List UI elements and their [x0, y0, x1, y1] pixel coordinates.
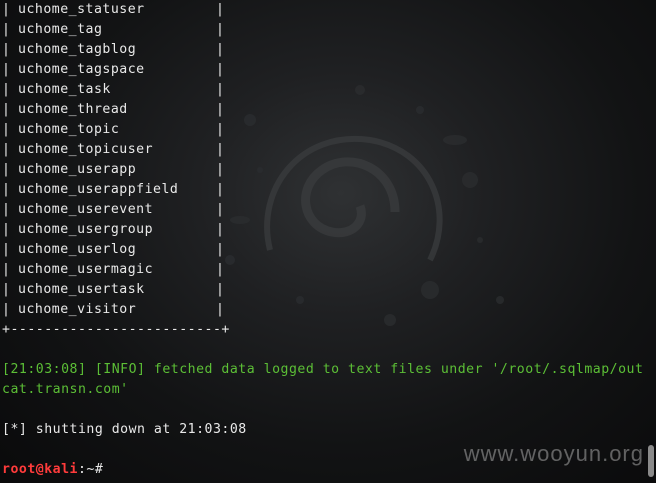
table-row: | uchome_tag |: [2, 22, 225, 37]
table-row: | uchome_userappfield |: [2, 182, 225, 197]
table-row: | uchome_userevent |: [2, 202, 225, 217]
terminal-window[interactable]: | uchome_statuser | | uchome_tag | | uchome_t…: [0, 0, 656, 483]
table-row: | uchome_thread |: [2, 102, 225, 117]
table-row: | uchome_statuser |: [2, 2, 225, 17]
table-row: | uchome_topicuser |: [2, 142, 225, 157]
table-row: | uchome_userapp |: [2, 162, 225, 177]
table-row: | uchome_task |: [2, 82, 225, 97]
prompt-user: root@kali: [2, 462, 78, 477]
table-row: | uchome_tagspace |: [2, 62, 225, 77]
table-row: | uchome_usermagic |: [2, 262, 225, 277]
table-border: +-------------------------+: [2, 322, 230, 337]
info-log-line: [21:03:08] [INFO] fetched data logged to…: [2, 362, 642, 377]
scrollbar-thumb[interactable]: [648, 445, 654, 477]
watermark: www.wooyun.org: [463, 441, 644, 466]
table-row: | uchome_usertask |: [2, 282, 225, 297]
scrollbar[interactable]: [646, 0, 656, 483]
table-row: | uchome_visitor |: [2, 302, 225, 317]
table-row: | uchome_tagblog |: [2, 42, 225, 57]
prompt-path: :~#: [77, 462, 104, 477]
table-row: | uchome_topic |: [2, 122, 225, 137]
info-log-line-continued: cat.transn.com': [2, 382, 129, 397]
shutdown-line: [*] shutting down at 21:03:08: [2, 422, 247, 437]
table-row: | uchome_usergroup |: [2, 222, 225, 237]
table-row: | uchome_userlog |: [2, 242, 225, 257]
terminal-output: | uchome_statuser | | uchome_tag | | uchome_t…: [2, 0, 642, 480]
